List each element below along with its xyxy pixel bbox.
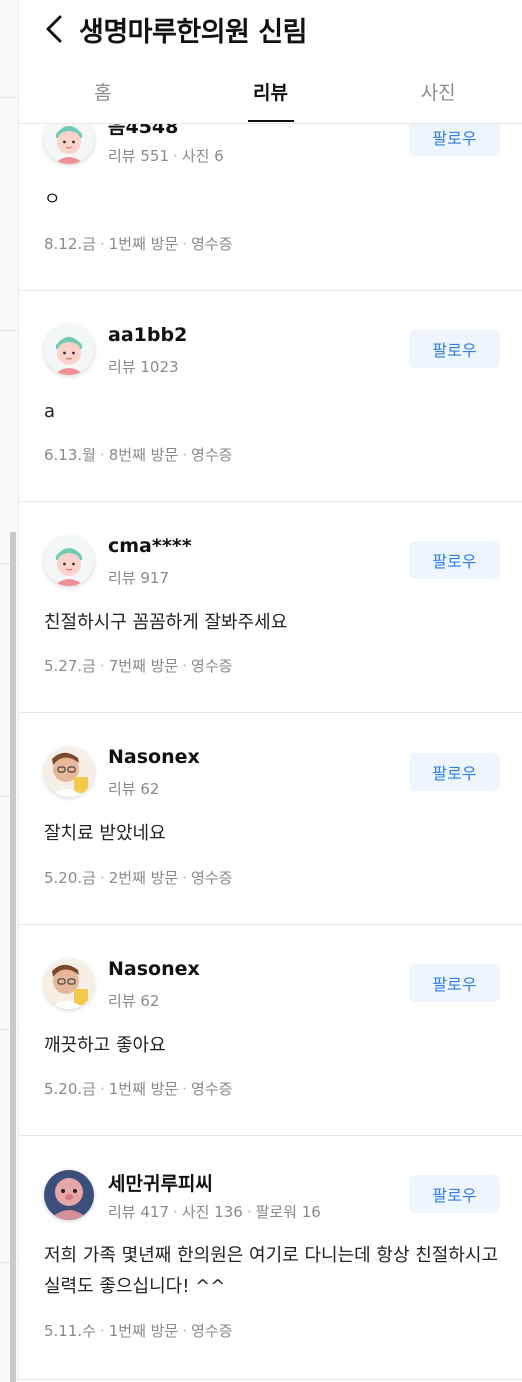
avatar[interactable] (44, 536, 94, 586)
receipt-label: 영수증 (191, 235, 233, 253)
receipt-label: 영수증 (191, 657, 233, 675)
review-item: 세만귀루피씨 리뷰 417 · 사진 136 · 팔로워 16 팔로우 저희 가족 몇년… (19, 1135, 522, 1380)
divider (0, 330, 17, 331)
separator-dot: · (99, 446, 105, 464)
visit-count: 8번째 방문 (108, 446, 179, 464)
review-item: cma**** 리뷰 917 팔로우 친절하시구 꼼꼼하게 잘봐주세요 5.27… (19, 501, 522, 713)
review-meta: 5.11.수 · 1번째 방문 · 영수증 (44, 1320, 232, 1341)
photo-count: 사진 6 (181, 147, 224, 165)
scrollbar[interactable] (10, 532, 16, 1382)
username[interactable]: Nasonex (108, 958, 200, 980)
review-count: 리뷰 551 (108, 147, 169, 165)
background-page-strip (0, 0, 19, 1382)
username[interactable]: Nasonex (108, 746, 200, 768)
review-meta: 5.20.금 · 2번째 방문 · 영수증 (44, 867, 232, 888)
visit-date: 5.20.금 (44, 1080, 96, 1098)
chevron-left-icon (46, 15, 62, 43)
username[interactable]: 세만귀루피씨 (108, 1169, 213, 1196)
review-meta: 8.12.금 · 1번째 방문 · 영수증 (44, 233, 232, 254)
photo-count: 사진 136 (181, 1203, 243, 1221)
visit-date: 8.12.금 (44, 235, 96, 253)
place-header: 생명마루한의원 신림 홈 리뷰 사진 (19, 0, 522, 124)
receipt-label: 영수증 (191, 446, 233, 464)
follow-button[interactable]: 팔로우 (409, 330, 500, 368)
separator-dot: · (182, 1322, 188, 1340)
tab-reviews[interactable]: 리뷰 (187, 62, 355, 122)
review-count: 리뷰 417 (108, 1203, 169, 1221)
separator-dot: · (173, 147, 178, 165)
review-panel: 음4548 리뷰 551 · 사진 6 팔로우 ㅇ 8.12.금 · 1번째 방문 · 영수… (19, 0, 522, 1382)
user-stats: 리뷰 917 (108, 567, 169, 588)
username[interactable]: cma**** (108, 535, 192, 557)
review-count: 리뷰 62 (108, 780, 160, 798)
username[interactable]: aa1bb2 (108, 324, 187, 346)
review-text: ㅇ (44, 189, 61, 210)
separator-dot: · (99, 1322, 105, 1340)
review-count: 리뷰 62 (108, 992, 160, 1010)
user-stats: 리뷰 417 · 사진 136 · 팔로워 16 (108, 1201, 321, 1222)
tab-bar: 홈 리뷰 사진 (19, 62, 522, 122)
review-text: 잘치료 받았네요 (44, 823, 166, 844)
separator-dot: · (99, 869, 105, 887)
avatar[interactable] (44, 1170, 94, 1220)
separator-dot: · (99, 235, 105, 253)
visit-count: 1번째 방문 (108, 1322, 179, 1340)
separator-dot: · (99, 657, 105, 675)
separator-dot: · (99, 1080, 105, 1098)
receipt-label: 영수증 (191, 1322, 233, 1340)
tab-photos[interactable]: 사진 (354, 62, 522, 122)
separator-dot: · (246, 1203, 252, 1221)
review-text: a (44, 401, 56, 422)
back-button[interactable] (39, 12, 69, 46)
follower-count: 팔로워 16 (255, 1203, 321, 1221)
separator-dot: · (173, 1203, 178, 1221)
separator-dot: · (182, 235, 188, 253)
avatar[interactable] (44, 747, 94, 797)
separator-dot: · (182, 446, 188, 464)
visit-date: 5.27.금 (44, 657, 96, 675)
review-item: Nasonex 리뷰 62 팔로우 잘치료 받았네요 5.20.금 · 2번째 방문… (19, 712, 522, 925)
receipt-label: 영수증 (191, 869, 233, 887)
follow-button[interactable]: 팔로우 (409, 1175, 500, 1213)
receipt-label: 영수증 (191, 1080, 233, 1098)
avatar[interactable] (44, 325, 94, 375)
follow-button[interactable]: 팔로우 (409, 964, 500, 1002)
visit-count: 2번째 방문 (108, 869, 179, 887)
avatar[interactable] (44, 959, 94, 1009)
review-text: 깨끗하고 좋아요 (44, 1035, 166, 1056)
review-count: 리뷰 1023 (108, 358, 179, 376)
visit-count: 7번째 방문 (108, 657, 179, 675)
user-stats: 리뷰 551 · 사진 6 (108, 145, 224, 166)
review-item: aa1bb2 리뷰 1023 팔로우 a 6.13.월 · 8번째 방문 · 영수증 (19, 290, 522, 502)
separator-dot: · (182, 657, 188, 675)
visit-date: 5.11.수 (44, 1322, 96, 1340)
separator-dot: · (182, 1080, 188, 1098)
user-stats: 리뷰 62 (108, 990, 159, 1011)
page-title: 생명마루한의원 신림 (79, 17, 307, 48)
review-meta: 5.20.금 · 1번째 방문 · 영수증 (44, 1078, 232, 1099)
follow-button[interactable]: 팔로우 (409, 541, 500, 579)
review-item: Nasonex 리뷰 62 팔로우 깨끗하고 좋아요 5.20.금 · 1번째 방문… (19, 924, 522, 1136)
review-meta: 6.13.월 · 8번째 방문 · 영수증 (44, 444, 232, 465)
visit-count: 1번째 방문 (108, 1080, 179, 1098)
review-meta: 5.27.금 · 7번째 방문 · 영수증 (44, 655, 232, 676)
review-count: 리뷰 917 (108, 569, 169, 587)
user-stats: 리뷰 1023 (108, 356, 179, 377)
follow-button[interactable]: 팔로우 (409, 753, 500, 791)
tab-home[interactable]: 홈 (19, 62, 187, 122)
visit-count: 1번째 방문 (108, 235, 179, 253)
visit-date: 5.20.금 (44, 869, 96, 887)
visit-date: 6.13.월 (44, 446, 96, 464)
review-text: 저희 가족 몇년째 한의원은 여기로 다니는데 항상 친절하시고 실력도 좋으십… (44, 1245, 499, 1297)
divider (0, 97, 17, 98)
review-text: 친절하시구 꼼꼼하게 잘봐주세요 (44, 612, 288, 633)
user-stats: 리뷰 62 (108, 778, 159, 799)
separator-dot: · (182, 869, 188, 887)
